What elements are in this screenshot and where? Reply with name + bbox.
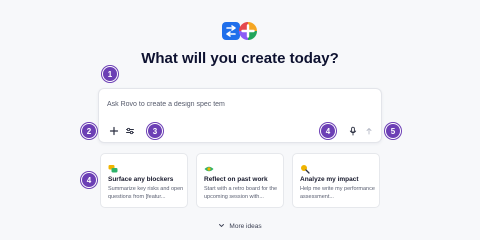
eye-icon <box>204 161 214 172</box>
plus-icon[interactable] <box>108 125 120 137</box>
annotation-badge: 2 <box>81 123 97 139</box>
chevron-down-icon <box>218 222 225 231</box>
prompt-input[interactable] <box>107 98 367 110</box>
card-title: Surface any blockers <box>108 176 174 183</box>
arrow-up-icon[interactable] <box>363 125 375 137</box>
card-description: Start with a retro board for the upcomin… <box>204 186 278 200</box>
magnifier-icon <box>300 161 310 174</box>
more-ideas-label: More ideas <box>229 223 262 230</box>
page-title: What will you create today? <box>141 50 339 67</box>
more-ideas-button[interactable]: More ideas <box>0 222 480 231</box>
card-title: Analyze my impact <box>300 176 359 183</box>
annotation-badge: 5 <box>385 123 401 139</box>
annotation-badge: 4 <box>320 123 336 139</box>
sliders-icon[interactable] <box>124 125 136 137</box>
card-description: Help me write my performance assessment.… <box>300 186 375 200</box>
idea-card-reflect-past-work[interactable]: Reflect on past work Start with a retro … <box>196 153 284 208</box>
annotation-badge: 4 <box>81 172 97 188</box>
card-title: Reflect on past work <box>204 176 268 183</box>
annotation-badge: 1 <box>102 66 118 82</box>
microphone-icon[interactable] <box>347 125 359 137</box>
idea-card-surface-blockers[interactable]: Surface any blockers Summarize key risks… <box>100 153 188 208</box>
rovo-logo-icon <box>222 22 258 40</box>
chat-bubbles-icon <box>108 161 118 173</box>
idea-card-analyze-impact[interactable]: Analyze my impact Help me write my perfo… <box>292 153 380 208</box>
annotation-badge: 3 <box>147 123 163 139</box>
card-description: Summarize key risks and open questions f… <box>108 186 184 200</box>
prompt-box[interactable] <box>98 88 382 143</box>
